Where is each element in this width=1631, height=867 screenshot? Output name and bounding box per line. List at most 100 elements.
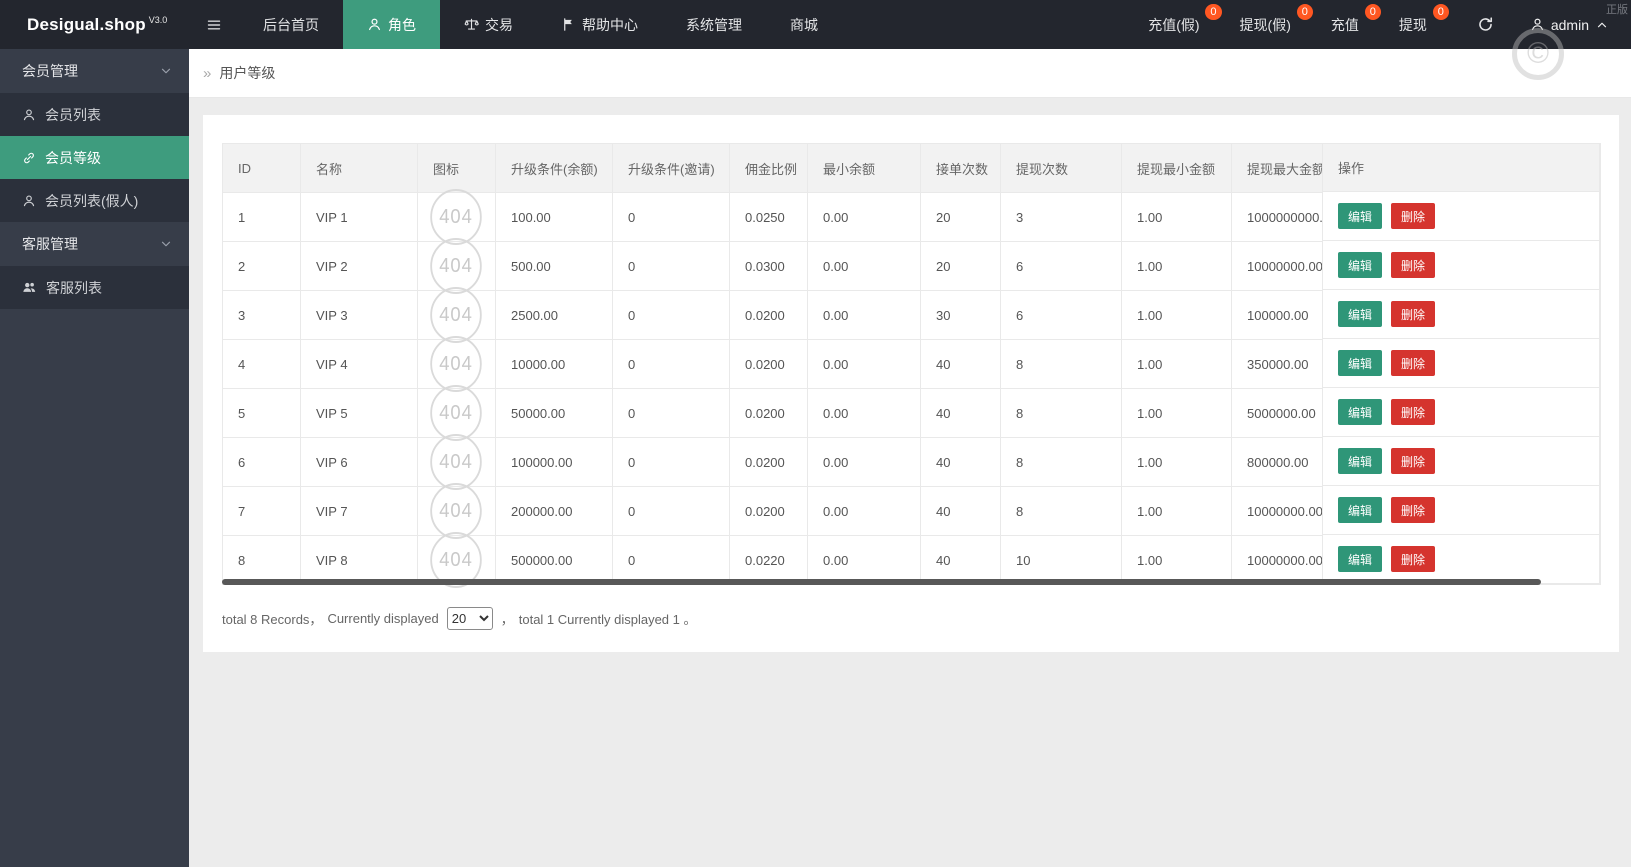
cell-commission: 0.0220 xyxy=(729,535,808,585)
cell-withdraw-min: 1.00 xyxy=(1121,437,1232,487)
separator-text: ， xyxy=(500,612,514,627)
cell-id: 6 xyxy=(222,437,301,487)
cell-commission: 0.0200 xyxy=(729,486,808,536)
notice-withdraw[interactable]: 提现 0 xyxy=(1387,0,1455,49)
notice-badge: 0 xyxy=(1364,4,1381,20)
username: admin xyxy=(1550,16,1589,33)
sidebar-group-label: 会员管理 xyxy=(22,63,78,79)
table-row-actions: 编辑 删除 xyxy=(1323,535,1599,584)
cell-upgrade-invite: 0 xyxy=(612,290,730,340)
notice-withdraw-fake[interactable]: 提现(假) 0 xyxy=(1228,0,1319,49)
horizontal-scrollbar[interactable] xyxy=(222,579,1541,585)
cell-withdraw-min: 1.00 xyxy=(1121,241,1232,291)
nav-item-dashboard[interactable]: 后台首页 xyxy=(239,0,343,49)
page-title: 用户等级 xyxy=(219,65,276,81)
displayed-label: Currently displayed xyxy=(327,611,439,626)
cell-upgrade-invite: 0 xyxy=(612,535,730,585)
edit-button[interactable]: 编辑 xyxy=(1338,497,1383,523)
cell-withdraw-min: 1.00 xyxy=(1121,192,1232,242)
sidebar-group-support[interactable]: 客服管理 xyxy=(0,222,189,266)
cell-upgrade-balance: 500000.00 xyxy=(495,535,613,585)
nav-item-system[interactable]: 系统管理 xyxy=(662,0,766,49)
table-row-actions: 编辑 删除 xyxy=(1323,192,1599,241)
cell-withdraw-count: 8 xyxy=(1000,486,1122,536)
sidebar-item-member-list[interactable]: 会员列表 xyxy=(0,93,189,136)
main-content: » 用户等级 ID 名称 图标 升级条件(余额) 升级条件(邀请) 佣金比例 最小余额 接单次… xyxy=(189,49,1631,867)
nav-item-roles[interactable]: 角色 xyxy=(343,0,440,49)
content-card: ID 名称 图标 升级条件(余额) 升级条件(邀请) 佣金比例 最小余额 接单次数 提现次数 提现… xyxy=(203,115,1619,652)
cell-withdraw-min: 1.00 xyxy=(1121,486,1232,536)
cell-icon: 404 xyxy=(417,238,496,294)
nav-item-label: 角色 xyxy=(388,16,416,33)
refresh-button[interactable] xyxy=(1455,0,1516,49)
column-header-0: ID xyxy=(222,143,301,193)
refresh-icon xyxy=(1477,16,1494,33)
delete-button[interactable]: 删除 xyxy=(1391,497,1436,523)
sidebar-item-member-list-fake[interactable]: 会员列表(假人) xyxy=(0,179,189,222)
delete-button[interactable]: 删除 xyxy=(1391,301,1436,327)
sidebar-group-members[interactable]: 会员管理 xyxy=(0,49,189,93)
cell-orders: 40 xyxy=(920,535,1001,585)
cell-id: 2 xyxy=(222,241,301,291)
edit-button[interactable]: 编辑 xyxy=(1338,301,1383,327)
edit-button[interactable]: 编辑 xyxy=(1338,546,1383,572)
notice-label: 提现(假) xyxy=(1239,16,1291,33)
notice-label: 充值 xyxy=(1330,16,1359,33)
cell-withdraw-count: 6 xyxy=(1000,241,1122,291)
cell-name: VIP 2 xyxy=(300,241,418,291)
cell-upgrade-invite: 0 xyxy=(612,388,730,438)
nav-item-mall[interactable]: 商城 xyxy=(766,0,842,49)
cell-min-balance: 0.00 xyxy=(807,437,921,487)
sidebar-item-member-level[interactable]: 会员等级 xyxy=(0,136,189,179)
sidebar-item-label: 客服列表 xyxy=(46,279,102,296)
cell-commission: 0.0200 xyxy=(729,339,808,389)
delete-button[interactable]: 删除 xyxy=(1391,252,1436,278)
delete-button[interactable]: 删除 xyxy=(1391,203,1436,229)
flag-icon xyxy=(561,17,576,32)
sidebar-item-support-list[interactable]: 客服列表 xyxy=(0,266,189,309)
delete-button[interactable]: 删除 xyxy=(1391,448,1436,474)
person-icon xyxy=(22,194,36,208)
edit-button[interactable]: 编辑 xyxy=(1338,203,1383,229)
edit-button[interactable]: 编辑 xyxy=(1338,252,1383,278)
delete-button[interactable]: 删除 xyxy=(1391,350,1436,376)
notice-recharge[interactable]: 充值 0 xyxy=(1319,0,1387,49)
delete-button[interactable]: 删除 xyxy=(1391,546,1436,572)
page-size-select[interactable]: 20 xyxy=(446,607,493,630)
sidebar-toggle-button[interactable] xyxy=(189,0,239,49)
cell-withdraw-min: 1.00 xyxy=(1121,339,1232,389)
cell-upgrade-balance: 50000.00 xyxy=(495,388,613,438)
edit-button[interactable]: 编辑 xyxy=(1338,448,1383,474)
cell-commission: 0.0200 xyxy=(729,290,808,340)
cell-upgrade-balance: 500.00 xyxy=(495,241,613,291)
cell-min-balance: 0.00 xyxy=(807,339,921,389)
cell-min-balance: 0.00 xyxy=(807,486,921,536)
delete-button[interactable]: 删除 xyxy=(1391,399,1436,425)
nav-item-help-center[interactable]: 帮助中心 xyxy=(537,0,662,49)
sidebar-item-label: 会员列表 xyxy=(45,106,101,123)
cell-id: 5 xyxy=(222,388,301,438)
cell-id: 1 xyxy=(222,192,301,242)
notice-label: 提现 xyxy=(1398,16,1427,33)
table-row-actions: 编辑 删除 xyxy=(1323,486,1599,535)
cell-upgrade-invite: 0 xyxy=(612,241,730,291)
cell-commission: 0.0250 xyxy=(729,192,808,242)
broken-image-placeholder: 404 xyxy=(430,336,482,392)
users-icon xyxy=(22,280,37,295)
chevron-up-icon xyxy=(1595,18,1609,32)
table-row-actions: 编辑 删除 xyxy=(1323,388,1599,437)
edit-button[interactable]: 编辑 xyxy=(1338,350,1383,376)
notice-badge: 0 xyxy=(1432,4,1449,20)
cell-withdraw-count: 8 xyxy=(1000,388,1122,438)
nav-item-trade[interactable]: 交易 xyxy=(440,0,537,49)
cell-upgrade-balance: 2500.00 xyxy=(495,290,613,340)
nav-item-label: 系统管理 xyxy=(686,16,742,33)
top-navbar: Desigual.shop V3.0 后台首页 角色 交易 帮助中心 系统管理 … xyxy=(0,0,1631,49)
cell-upgrade-balance: 200000.00 xyxy=(495,486,613,536)
cell-name: VIP 5 xyxy=(300,388,418,438)
cell-min-balance: 0.00 xyxy=(807,535,921,585)
notice-recharge-fake[interactable]: 充值(假) 0 xyxy=(1136,0,1227,49)
cell-withdraw-count: 8 xyxy=(1000,437,1122,487)
edit-button[interactable]: 编辑 xyxy=(1338,399,1383,425)
actions-fixed-column: 操作 编辑 删除 编辑 删除 编辑 删除 编辑 删除 编辑 删除 编辑 删除 编… xyxy=(1322,143,1600,584)
